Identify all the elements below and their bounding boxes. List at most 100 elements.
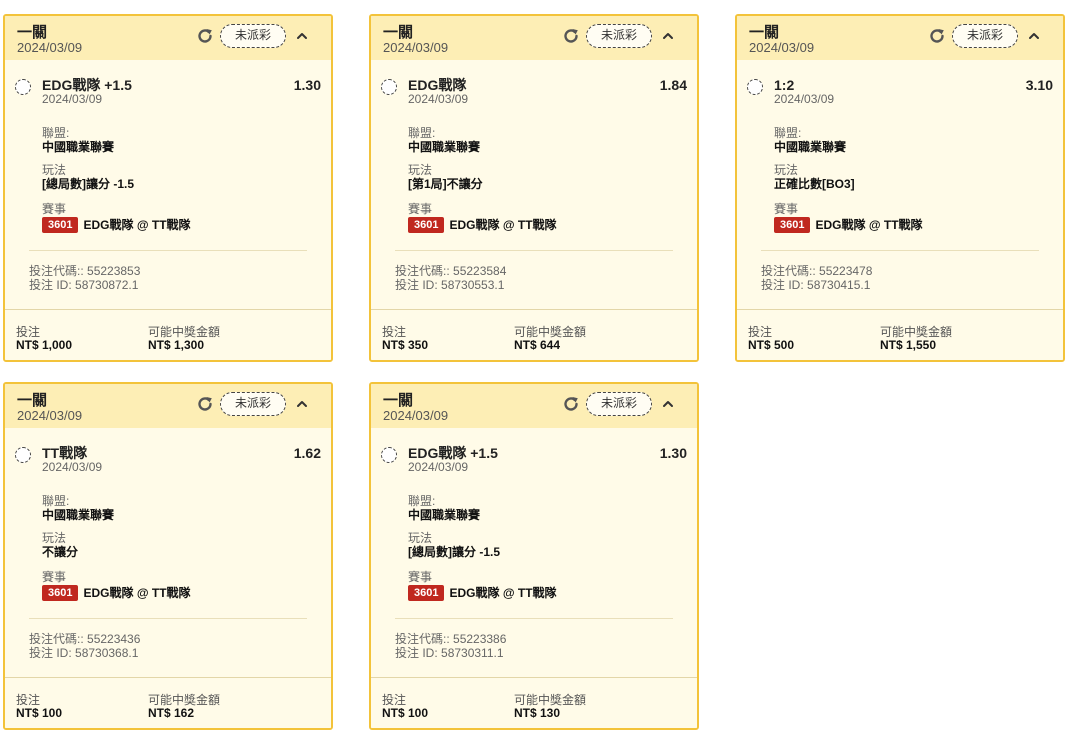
league-value: 中國職業聯賽 xyxy=(42,508,115,522)
league-value: 中國職業聯賽 xyxy=(774,140,847,154)
bet-code-line: 投注代碼:: 55223478 xyxy=(761,264,873,278)
league-value: 中國職業聯賽 xyxy=(408,508,481,522)
bet-card: 一關 2024/03/09 未派彩 EDG戰隊 +1.5 2024/03/09 … xyxy=(369,382,699,730)
bet-code-line: 投注代碼:: 55223386 xyxy=(395,632,507,646)
bet-type-label: 玩法 xyxy=(774,163,799,177)
league-block: 聯盟: 中國職業聯賽 xyxy=(408,126,688,154)
card-footer: 投注 NT$ 350 可能中獎金額 NT$ 644 xyxy=(371,310,697,360)
bet-codes: 投注代碼:: 55223386 投注 ID: 58730311.1 xyxy=(395,632,506,660)
selection-name: EDG戰隊 +1.5 xyxy=(42,77,132,93)
bet-date: 2024/03/09 xyxy=(749,40,815,55)
event-block: 賽事 3601 EDG戰隊 @ TT戰隊 xyxy=(408,202,688,233)
chevron-up-icon[interactable] xyxy=(294,28,310,44)
divider xyxy=(395,618,673,619)
select-radio[interactable] xyxy=(15,447,31,463)
bet-type-label: 一關 xyxy=(17,24,48,41)
league-label: 聯盟: xyxy=(408,126,436,140)
bet-type-label: 一關 xyxy=(749,24,780,41)
card-header[interactable]: 一關 2024/03/09 未派彩 xyxy=(371,16,697,60)
selection-date: 2024/03/09 xyxy=(408,92,469,106)
bet-type-block: 玩法 [第1局]不讓分 xyxy=(408,163,688,191)
league-block: 聯盟: 中國職業聯賽 xyxy=(774,126,1054,154)
event-id-badge: 3601 xyxy=(42,217,79,233)
divider xyxy=(29,618,307,619)
stake-value: NT$ 100 xyxy=(16,706,63,720)
refresh-icon[interactable] xyxy=(561,394,581,414)
league-value: 中國職業聯賽 xyxy=(408,140,481,154)
event-label: 賽事 xyxy=(408,202,433,216)
select-radio[interactable] xyxy=(747,79,763,95)
bet-type-label: 一關 xyxy=(383,24,414,41)
event-row: 3601 EDG戰隊 @ TT戰隊 xyxy=(42,217,322,233)
divider xyxy=(29,250,307,251)
status-badge: 未派彩 xyxy=(220,24,287,48)
bet-code-line: 投注代碼:: 55223436 xyxy=(29,632,141,646)
refresh-icon[interactable] xyxy=(195,394,215,414)
bet-codes: 投注代碼:: 55223853 投注 ID: 58730872.1 xyxy=(29,264,140,292)
bet-type-block: 玩法 正確比數[BO3] xyxy=(774,163,1054,191)
refresh-icon[interactable] xyxy=(195,26,215,46)
event-id-badge: 3601 xyxy=(774,217,811,233)
stake-value: NT$ 1,000 xyxy=(16,338,73,352)
refresh-icon[interactable] xyxy=(927,26,947,46)
odds-value: 1.30 xyxy=(293,77,321,93)
bet-type-label: 玩法 xyxy=(42,531,67,545)
payout-value: NT$ 162 xyxy=(148,706,195,720)
event-id-badge: 3601 xyxy=(408,585,445,601)
bet-type-label: 玩法 xyxy=(408,531,433,545)
chevron-up-icon[interactable] xyxy=(294,396,310,412)
bet-codes: 投注代碼:: 55223478 投注 ID: 58730415.1 xyxy=(761,264,872,292)
event-label: 賽事 xyxy=(774,202,799,216)
event-label: 賽事 xyxy=(42,202,67,216)
league-value: 中國職業聯賽 xyxy=(42,140,115,154)
selection-date: 2024/03/09 xyxy=(774,92,835,106)
bet-card: 一關 2024/03/09 未派彩 EDG戰隊 +1.5 2024/03/09 … xyxy=(3,14,333,362)
payout-value: NT$ 644 xyxy=(514,338,561,352)
event-row: 3601 EDG戰隊 @ TT戰隊 xyxy=(774,217,1054,233)
bet-type-value: [總局數]讓分 -1.5 xyxy=(408,545,501,559)
bet-date: 2024/03/09 xyxy=(383,40,449,55)
event-name: EDG戰隊 @ TT戰隊 xyxy=(449,218,557,232)
event-id-badge: 3601 xyxy=(42,585,79,601)
payout-value: NT$ 130 xyxy=(514,706,561,720)
card-footer: 投注 NT$ 100 可能中獎金額 NT$ 162 xyxy=(5,678,331,728)
selection-name: EDG戰隊 xyxy=(408,77,467,93)
event-id-badge: 3601 xyxy=(408,217,445,233)
card-header[interactable]: 一關 2024/03/09 未派彩 xyxy=(371,384,697,428)
refresh-icon[interactable] xyxy=(561,26,581,46)
league-block: 聯盟: 中國職業聯賽 xyxy=(42,126,322,154)
event-block: 賽事 3601 EDG戰隊 @ TT戰隊 xyxy=(408,570,688,601)
select-radio[interactable] xyxy=(381,79,397,95)
bet-type-block: 玩法 不讓分 xyxy=(42,531,322,559)
odds-value: 3.10 xyxy=(1025,77,1053,93)
stake-value: NT$ 500 xyxy=(748,338,795,352)
odds-value: 1.62 xyxy=(293,445,321,461)
bet-codes: 投注代碼:: 55223436 投注 ID: 58730368.1 xyxy=(29,632,140,660)
card-header[interactable]: 一關 2024/03/09 未派彩 xyxy=(5,384,331,428)
event-label: 賽事 xyxy=(42,570,67,584)
bet-card: 一關 2024/03/09 未派彩 TT戰隊 2024/03/09 1.62 聯… xyxy=(3,382,333,730)
event-block: 賽事 3601 EDG戰隊 @ TT戰隊 xyxy=(42,202,322,233)
card-header[interactable]: 一關 2024/03/09 未派彩 xyxy=(737,16,1063,60)
league-label: 聯盟: xyxy=(408,494,436,508)
bet-type-value: 正確比數[BO3] xyxy=(774,177,855,191)
status-badge: 未派彩 xyxy=(220,392,287,416)
chevron-up-icon[interactable] xyxy=(660,396,676,412)
selection-date: 2024/03/09 xyxy=(408,460,469,474)
selection-name: EDG戰隊 +1.5 xyxy=(408,445,498,461)
card-header[interactable]: 一關 2024/03/09 未派彩 xyxy=(5,16,331,60)
league-block: 聯盟: 中國職業聯賽 xyxy=(408,494,688,522)
event-name: EDG戰隊 @ TT戰隊 xyxy=(449,586,557,600)
select-radio[interactable] xyxy=(15,79,31,95)
bet-type-block: 玩法 [總局數]讓分 -1.5 xyxy=(408,531,688,559)
select-radio[interactable] xyxy=(381,447,397,463)
bet-type-label: 玩法 xyxy=(408,163,433,177)
chevron-up-icon[interactable] xyxy=(1026,28,1042,44)
bet-type-block: 玩法 [總局數]讓分 -1.5 xyxy=(42,163,322,191)
bet-type-label: 一關 xyxy=(383,392,414,409)
payout-value: NT$ 1,300 xyxy=(148,338,205,352)
selection-row: TT戰隊 2024/03/09 1.62 xyxy=(5,428,331,478)
bet-type-label: 玩法 xyxy=(42,163,67,177)
chevron-up-icon[interactable] xyxy=(660,28,676,44)
selection-row: EDG戰隊 +1.5 2024/03/09 1.30 xyxy=(5,60,331,110)
